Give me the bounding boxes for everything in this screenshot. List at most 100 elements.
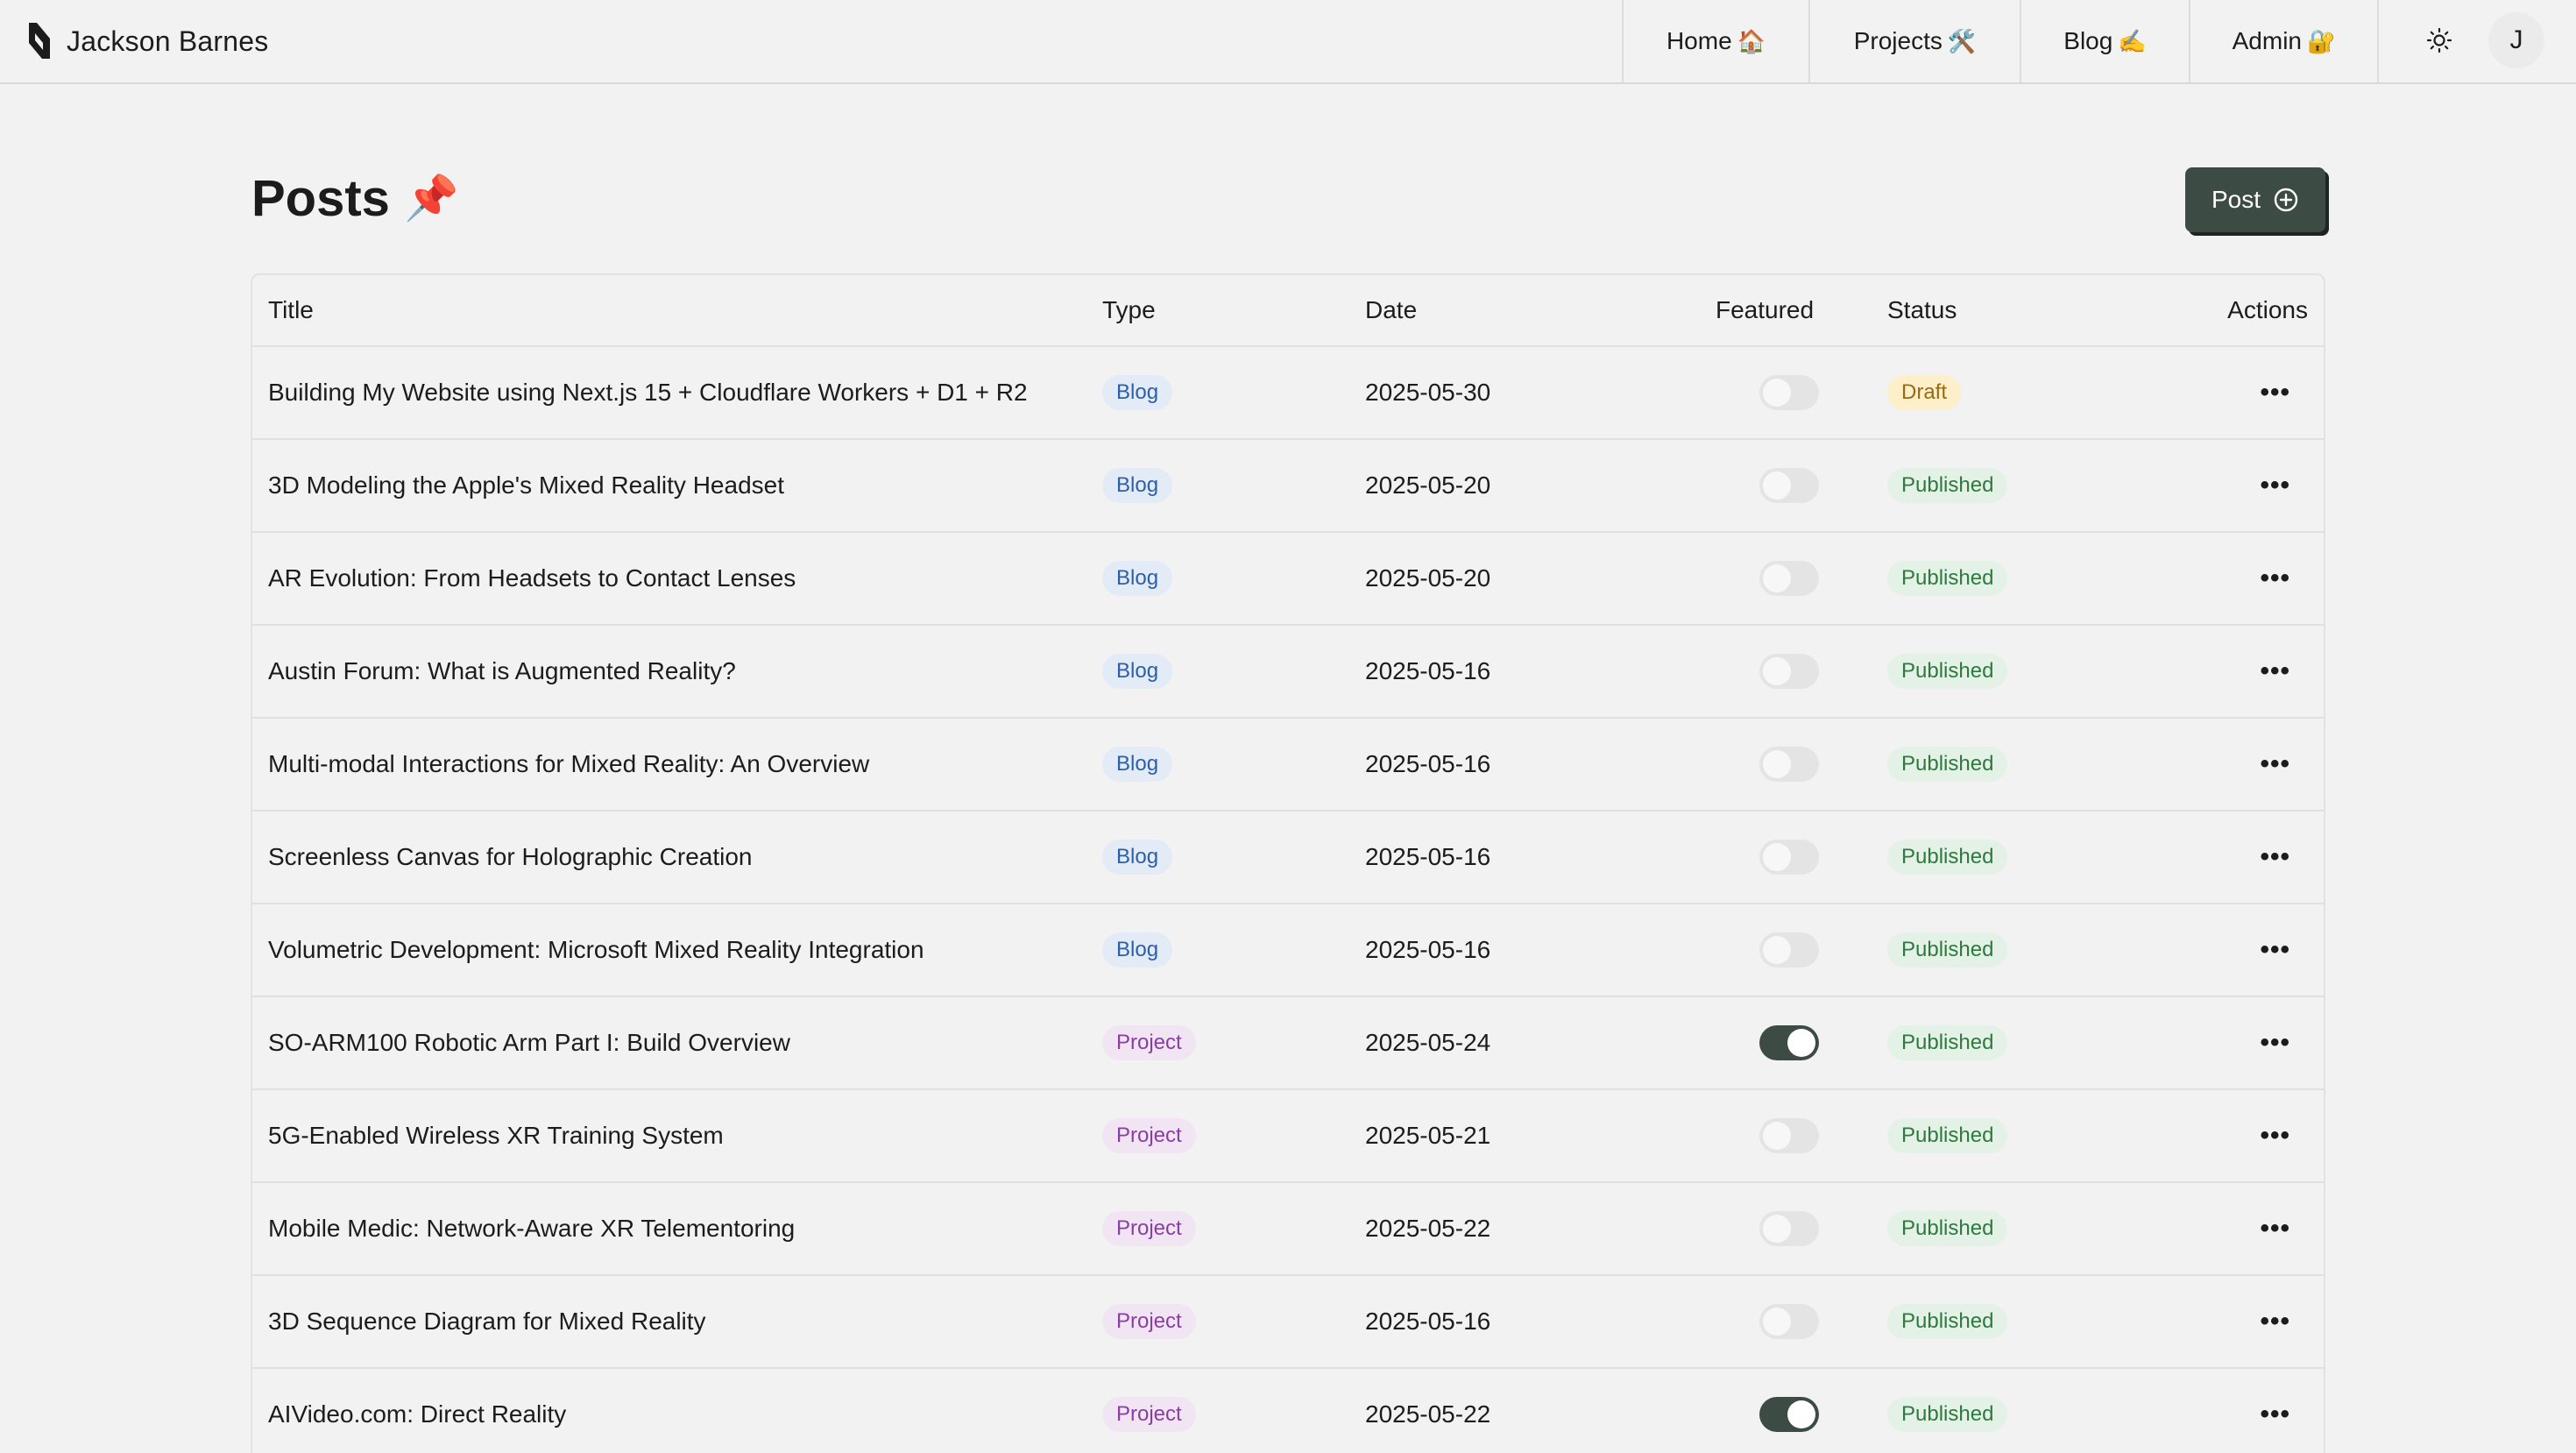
table-row[interactable]: AIVideo.com: Direct Reality Project 2025-0… bbox=[252, 1369, 2324, 1453]
post-title[interactable]: Austin Forum: What is Augmented Reality? bbox=[268, 626, 736, 717]
actions-cell: ••• bbox=[2260, 1276, 2290, 1367]
table-row[interactable]: Screenless Canvas for Holographic Creati… bbox=[252, 812, 2324, 904]
more-options-icon[interactable]: ••• bbox=[2260, 749, 2290, 779]
type-badge: Blog bbox=[1102, 747, 1173, 782]
post-date: 2025-05-16 bbox=[1365, 1308, 1491, 1335]
new-post-button[interactable]: Post bbox=[2185, 167, 2325, 232]
toggle-knob bbox=[1763, 1215, 1791, 1243]
post-title[interactable]: Volumetric Development: Microsoft Mixed … bbox=[268, 904, 924, 996]
featured-toggle[interactable] bbox=[1759, 561, 1819, 596]
status-cell: Published bbox=[1887, 533, 2008, 624]
status-badge: Published bbox=[1887, 561, 2008, 596]
table-row[interactable]: Austin Forum: What is Augmented Reality?… bbox=[252, 626, 2324, 719]
post-title[interactable]: Screenless Canvas for Holographic Creati… bbox=[268, 812, 753, 903]
type-badge: Project bbox=[1102, 1211, 1196, 1246]
actions-cell: ••• bbox=[2260, 1183, 2290, 1274]
featured-toggle[interactable] bbox=[1759, 1025, 1819, 1060]
toggle-knob bbox=[1763, 1122, 1791, 1150]
post-title[interactable]: Mobile Medic: Network-Aware XR Telemento… bbox=[268, 1183, 795, 1274]
pushpin-icon: 📌 bbox=[403, 173, 459, 223]
table-row[interactable]: AR Evolution: From Headsets to Contact L… bbox=[252, 533, 2324, 626]
writing-hand-icon: ✍️ bbox=[2118, 27, 2147, 54]
toggle-knob bbox=[1763, 471, 1791, 500]
featured-toggle[interactable] bbox=[1759, 1211, 1819, 1246]
featured-toggle[interactable] bbox=[1759, 840, 1819, 875]
actions-cell: ••• bbox=[2260, 904, 2290, 996]
featured-cell bbox=[1759, 904, 1819, 996]
nav-admin[interactable]: Admin 🔐 bbox=[2189, 0, 2379, 82]
featured-toggle[interactable] bbox=[1759, 375, 1819, 410]
nav-home[interactable]: Home 🏠 bbox=[1622, 0, 1808, 82]
post-title[interactable]: Multi-modal Interactions for Mixed Reali… bbox=[268, 719, 869, 810]
more-options-icon[interactable]: ••• bbox=[2260, 1121, 2290, 1151]
table-row[interactable]: 3D Modeling the Apple's Mixed Reality He… bbox=[252, 440, 2324, 533]
theme-toggle-button[interactable] bbox=[2420, 21, 2459, 60]
type-cell: Blog bbox=[1102, 812, 1173, 903]
type-badge: Project bbox=[1102, 1025, 1196, 1060]
post-title[interactable]: Building My Website using Next.js 15 + C… bbox=[268, 347, 1028, 438]
type-badge: Blog bbox=[1102, 932, 1173, 967]
nav-blog[interactable]: Blog ✍️ bbox=[2020, 0, 2189, 82]
featured-toggle[interactable] bbox=[1759, 932, 1819, 967]
featured-toggle[interactable] bbox=[1759, 654, 1819, 689]
table-row[interactable]: 3D Sequence Diagram for Mixed Reality Pro… bbox=[252, 1276, 2324, 1369]
actions-cell: ••• bbox=[2260, 440, 2290, 531]
post-title[interactable]: SO-ARM100 Robotic Arm Part I: Build Over… bbox=[268, 997, 790, 1088]
table-row[interactable]: Building My Website using Next.js 15 + C… bbox=[252, 347, 2324, 440]
post-title[interactable]: 3D Sequence Diagram for Mixed Reality bbox=[268, 1276, 706, 1367]
more-options-icon[interactable]: ••• bbox=[2260, 563, 2290, 593]
status-badge: Published bbox=[1887, 1397, 2008, 1432]
toggle-knob bbox=[1763, 379, 1791, 407]
status-cell: Published bbox=[1887, 904, 2008, 996]
post-date: 2025-05-22 bbox=[1365, 1400, 1491, 1428]
table-row[interactable]: Mobile Medic: Network-Aware XR Telemento… bbox=[252, 1183, 2324, 1276]
type-cell: Blog bbox=[1102, 719, 1173, 810]
table-row[interactable]: Volumetric Development: Microsoft Mixed … bbox=[252, 904, 2324, 997]
status-cell: Draft bbox=[1887, 347, 1962, 438]
post-title[interactable]: AR Evolution: From Headsets to Contact L… bbox=[268, 533, 796, 624]
status-badge: Published bbox=[1887, 747, 2008, 782]
type-badge: Blog bbox=[1102, 654, 1173, 689]
featured-toggle[interactable] bbox=[1759, 1118, 1819, 1153]
status-cell: Published bbox=[1887, 440, 2008, 531]
more-options-icon[interactable]: ••• bbox=[2260, 471, 2290, 500]
featured-cell bbox=[1759, 997, 1819, 1088]
featured-cell bbox=[1759, 812, 1819, 903]
page-title-text: Posts bbox=[251, 169, 390, 227]
more-options-icon[interactable]: ••• bbox=[2260, 935, 2290, 965]
featured-toggle[interactable] bbox=[1759, 1304, 1819, 1339]
more-options-icon[interactable]: ••• bbox=[2260, 656, 2290, 686]
more-options-icon[interactable]: ••• bbox=[2260, 842, 2290, 872]
more-options-icon[interactable]: ••• bbox=[2260, 1028, 2290, 1058]
featured-cell bbox=[1759, 626, 1819, 717]
avatar[interactable]: J bbox=[2488, 12, 2544, 68]
status-cell: Published bbox=[1887, 997, 2008, 1088]
column-header-status: Status bbox=[1887, 296, 1957, 323]
status-cell: Published bbox=[1887, 1276, 2008, 1367]
status-badge: Published bbox=[1887, 1118, 2008, 1153]
post-title[interactable]: 5G-Enabled Wireless XR Training System bbox=[268, 1090, 724, 1181]
actions-cell: ••• bbox=[2260, 626, 2290, 717]
type-cell: Project bbox=[1102, 1090, 1196, 1181]
more-options-icon[interactable]: ••• bbox=[2260, 1400, 2290, 1429]
post-date: 2025-05-22 bbox=[1365, 1215, 1491, 1242]
table-row[interactable]: SO-ARM100 Robotic Arm Part I: Build Over… bbox=[252, 997, 2324, 1090]
post-title[interactable]: AIVideo.com: Direct Reality bbox=[268, 1369, 566, 1453]
brand[interactable]: Jackson Barnes bbox=[26, 19, 268, 63]
status-badge: Draft bbox=[1887, 375, 1962, 410]
featured-toggle[interactable] bbox=[1759, 747, 1819, 782]
status-cell: Published bbox=[1887, 812, 2008, 903]
featured-cell bbox=[1759, 533, 1819, 624]
nav-projects[interactable]: Projects 🛠️ bbox=[1808, 0, 2020, 82]
post-date: 2025-05-21 bbox=[1365, 1122, 1491, 1149]
featured-toggle[interactable] bbox=[1759, 468, 1819, 503]
lock-icon: 🔐 bbox=[2307, 27, 2336, 54]
more-options-icon[interactable]: ••• bbox=[2260, 1307, 2290, 1336]
status-cell: Published bbox=[1887, 1369, 2008, 1453]
table-row[interactable]: Multi-modal Interactions for Mixed Reali… bbox=[252, 719, 2324, 812]
featured-toggle[interactable] bbox=[1759, 1397, 1819, 1432]
post-title[interactable]: 3D Modeling the Apple's Mixed Reality He… bbox=[268, 440, 784, 531]
more-options-icon[interactable]: ••• bbox=[2260, 378, 2290, 408]
more-options-icon[interactable]: ••• bbox=[2260, 1214, 2290, 1244]
table-row[interactable]: 5G-Enabled Wireless XR Training System Pr… bbox=[252, 1090, 2324, 1183]
